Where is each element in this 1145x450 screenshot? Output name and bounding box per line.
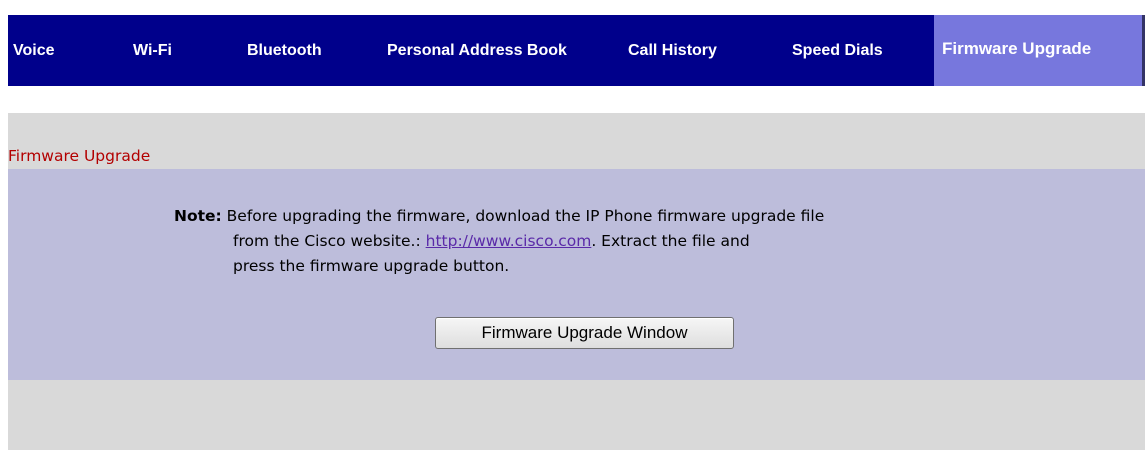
note-label: Note: xyxy=(174,207,222,225)
page-title: Firmware Upgrade xyxy=(8,147,151,165)
tab-firmware-upgrade[interactable]: Firmware Upgrade xyxy=(934,15,1145,86)
cisco-website-link[interactable]: http://www.cisco.com xyxy=(426,232,592,250)
tab-speed-dials[interactable]: Speed Dials xyxy=(792,15,883,86)
tab-wifi[interactable]: Wi-Fi xyxy=(133,15,172,86)
tab-voice[interactable]: Voice xyxy=(13,15,55,86)
note-text-line-2-before: from the Cisco website.: xyxy=(233,232,426,250)
note-line-2: from the Cisco website.: http://www.cisc… xyxy=(174,229,854,254)
tab-personal-address-book[interactable]: Personal Address Book xyxy=(387,15,567,86)
firmware-upgrade-window-button[interactable]: Firmware Upgrade Window xyxy=(435,317,734,349)
firmware-note: Note: Before upgrading the firmware, dow… xyxy=(174,204,854,279)
tab-bluetooth[interactable]: Bluetooth xyxy=(247,15,322,86)
main-content: Firmware Upgrade Note: Before upgrading … xyxy=(8,113,1145,450)
top-navigation: Voice Wi-Fi Bluetooth Personal Address B… xyxy=(8,13,1145,86)
note-line-1: Note: Before upgrading the firmware, dow… xyxy=(174,204,854,229)
app-frame: Voice Wi-Fi Bluetooth Personal Address B… xyxy=(0,0,1145,450)
note-line-3: press the firmware upgrade button. xyxy=(233,257,510,275)
note-text-line-2-after: . Extract the file and xyxy=(591,232,750,250)
firmware-upgrade-panel: Note: Before upgrading the firmware, dow… xyxy=(8,169,1145,380)
tab-call-history[interactable]: Call History xyxy=(628,15,717,86)
note-text-line-1: Before upgrading the firmware, download … xyxy=(221,207,825,225)
